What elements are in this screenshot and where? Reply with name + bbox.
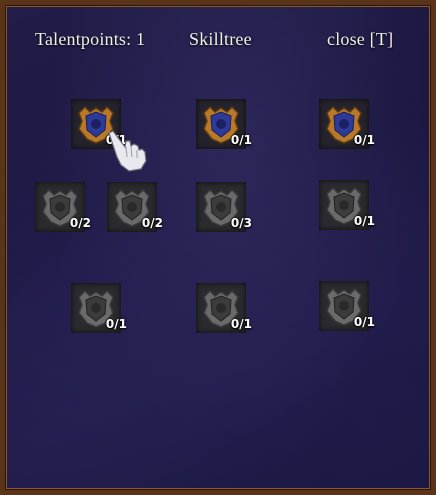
talentpoints-label: Talentpoints: 1: [35, 29, 146, 49]
close-button[interactable]: close [T]: [327, 29, 393, 50]
skill-node[interactable]: 0/1: [196, 99, 252, 149]
skill-node[interactable]: 0/1: [196, 283, 252, 333]
skill-node[interactable]: 0/2: [35, 182, 91, 232]
skill-rank: 0/1: [353, 214, 375, 228]
skill-rank: 0/2: [69, 216, 91, 230]
skill-node[interactable]: 0/1: [71, 283, 127, 333]
skill-rank: 0/2: [141, 216, 163, 230]
window-title: Skilltree: [189, 29, 252, 49]
skill-rank: 0/1: [230, 133, 252, 147]
skill-node[interactable]: 0/1: [319, 180, 375, 230]
skill-node[interactable]: 0/1: [319, 99, 375, 149]
skill-node[interactable]: 0/2: [107, 182, 163, 232]
skilltree-window: Talentpoints: 1 Skilltree close [T] 0/1 …: [0, 0, 436, 495]
skill-rank: 0/1: [230, 317, 252, 331]
skill-rank: 0/1: [105, 317, 127, 331]
skill-rank: 0/1: [105, 133, 127, 147]
skill-rank: 0/3: [230, 216, 252, 230]
skill-rank: 0/1: [353, 315, 375, 329]
skill-node[interactable]: 0/1: [71, 99, 127, 149]
skill-node[interactable]: 0/3: [196, 182, 252, 232]
skill-node[interactable]: 0/1: [319, 281, 375, 331]
skill-rank: 0/1: [353, 133, 375, 147]
